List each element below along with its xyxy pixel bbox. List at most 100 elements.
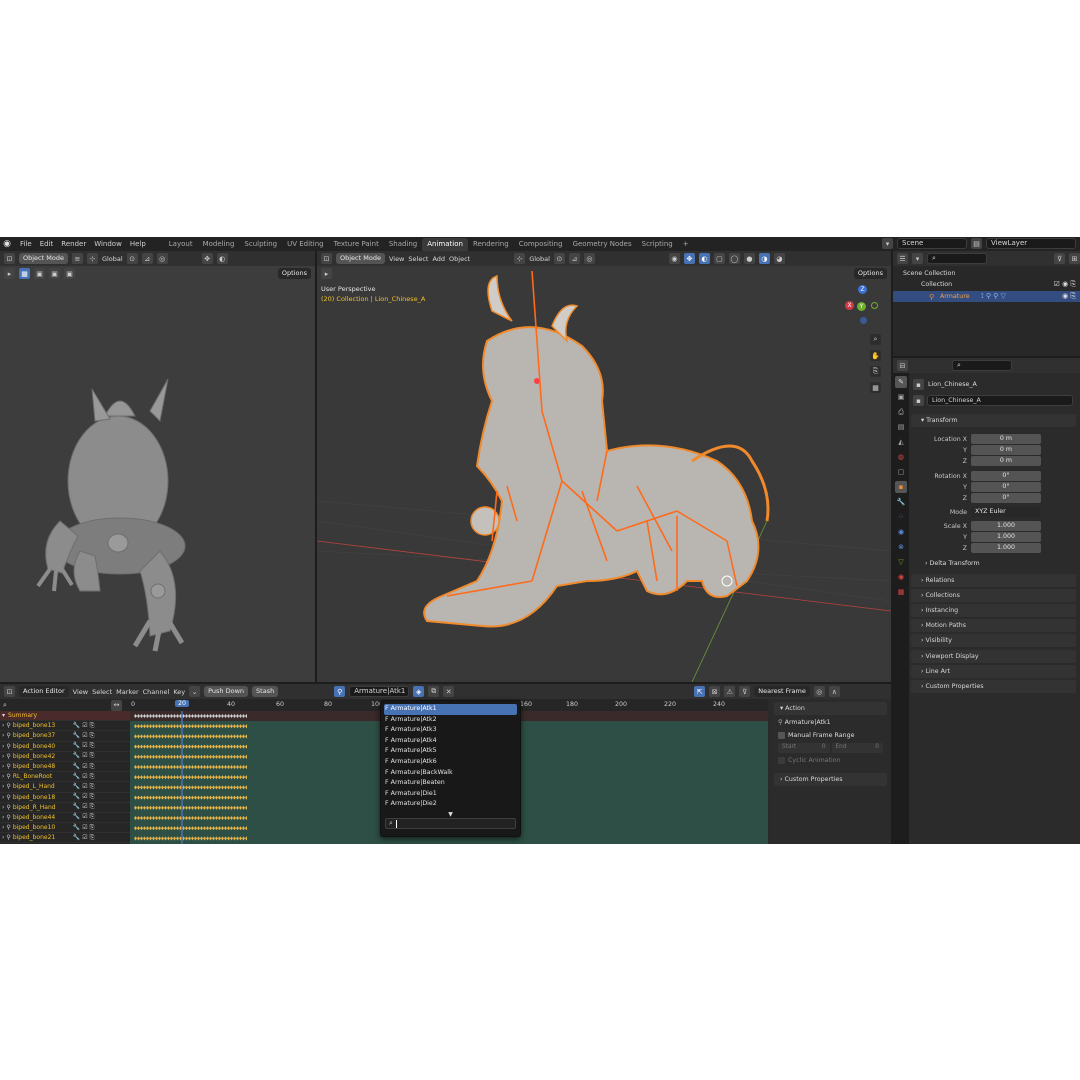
instancing-panel[interactable]: › Instancing (911, 604, 1076, 617)
relations-panel[interactable]: › Relations (911, 574, 1076, 587)
channel-search-icon[interactable]: ⌕ (3, 701, 7, 710)
pan-hand-icon[interactable]: ✋ (870, 350, 881, 361)
outliner-editor-icon[interactable]: ☰ (897, 253, 908, 264)
viewport-display-panel[interactable]: › Viewport Display (911, 650, 1076, 663)
push-down-button[interactable]: Push Down (204, 686, 249, 697)
channel-toggle-icons[interactable]: 🔧☑⎘ (73, 813, 97, 821)
unlink-action-icon[interactable]: ✕ (443, 686, 455, 697)
manual-frame-range-checkbox[interactable] (778, 732, 785, 739)
snap-dropdown[interactable]: Nearest Frame (754, 686, 810, 697)
fake-user-icon[interactable]: ◈ (413, 686, 425, 697)
warning-icon[interactable]: ⚠ (724, 686, 736, 697)
properties-search-input[interactable]: ⌕ (952, 360, 1012, 371)
view-layer-field[interactable]: ViewLayer (986, 238, 1076, 249)
channel-row[interactable]: › ⚲ biped_bone37 🔧☑⎘ (0, 731, 130, 742)
tab-scripting[interactable]: Scripting (637, 238, 678, 251)
channel-row[interactable]: › ⚲ biped_bone48 🔧☑⎘ (0, 762, 130, 773)
modifier-tab-icon[interactable]: 🔧 (895, 496, 907, 508)
action-item-backwalk[interactable]: F Armature|BackWalk (381, 768, 520, 779)
action-custom-properties-panel[interactable]: › Custom Properties (774, 773, 887, 786)
tab-modeling[interactable]: Modeling (198, 238, 240, 251)
delta-transform-subpanel[interactable]: › Delta Transform (925, 560, 980, 567)
action-browse-icon[interactable]: ⚲ (334, 686, 346, 697)
line-art-panel[interactable]: › Line Art (911, 665, 1076, 678)
tab-texture-paint[interactable]: Texture Paint (329, 238, 384, 251)
scroll-down-icon[interactable]: ▼ (381, 811, 520, 818)
action-item-die2[interactable]: F Armature|Die2 (381, 799, 520, 810)
tab-rendering[interactable]: Rendering (468, 238, 514, 251)
channel-row[interactable]: › ⚲ biped_bone10 🔧☑⎘ (0, 823, 130, 834)
channel-toggle-icons[interactable]: 🔧☑⎘ (73, 742, 97, 750)
channel-row[interactable]: › ⚲ biped_bone44 🔧☑⎘ (0, 813, 130, 824)
object-name-field[interactable]: Lion_Chinese_A (927, 395, 1073, 406)
gizmo-neg-y-icon[interactable] (871, 302, 878, 309)
constraints-tab-icon[interactable]: ⊗ (895, 541, 907, 553)
action-item-atk1[interactable]: F Armature|Atk1 (384, 704, 517, 715)
motion-paths-panel[interactable]: › Motion Paths (911, 619, 1076, 632)
interpolation-icon[interactable]: ⌄ (189, 686, 201, 697)
channel-toggle-icons[interactable]: 🔧☑⎘ (73, 793, 97, 801)
menu-select[interactable]: Select (92, 688, 112, 696)
start-frame-field[interactable]: Start 0 (778, 743, 830, 753)
collection-tab-icon[interactable]: ▢ (895, 466, 907, 478)
summary-channel[interactable]: ▾ Summary (0, 711, 130, 722)
gizmo-x-icon[interactable]: X (845, 301, 854, 310)
rotation-x-field[interactable]: 0° (971, 471, 1041, 481)
material-tab-icon[interactable]: ◉ (895, 571, 907, 583)
tab-layout[interactable]: Layout (164, 238, 198, 251)
cyclic-checkbox[interactable] (778, 757, 785, 764)
properties-editor[interactable]: ⊟ ⌕ ✎ ▣ ⎙ ▤ ◭ ◍ ▢ ▪ 🔧 ⁘ ◉ ⊗ ▽ ◉ ▦ ▪ Lion… (893, 358, 1080, 844)
action-item-atk2[interactable]: F Armature|Atk2 (381, 715, 520, 726)
tab-animation[interactable]: Animation (422, 237, 468, 251)
gizmo-y-icon[interactable]: Y (857, 302, 866, 311)
zoom-icon[interactable]: ⌕ (870, 334, 881, 345)
properties-editor-icon[interactable]: ⊟ (897, 360, 908, 371)
proportional-icon[interactable]: ◎ (813, 686, 825, 697)
location-y-field[interactable]: 0 m (971, 445, 1041, 455)
channel-toggle-icons[interactable]: 🔧☑⎘ (73, 752, 97, 760)
menu-file[interactable]: File (16, 240, 36, 248)
world-tab-icon[interactable]: ◍ (895, 451, 907, 463)
add-workspace-icon[interactable]: + (678, 238, 694, 251)
object-tab-icon[interactable]: ▪ (895, 481, 907, 493)
current-frame-indicator[interactable]: 20 (174, 700, 190, 707)
rotation-mode-dropdown[interactable]: XYZ Euler (971, 507, 1041, 517)
channel-toggle-icons[interactable]: 🔧☑⎘ (73, 773, 97, 781)
view-layer-tab-icon[interactable]: ▤ (895, 421, 907, 433)
channel-row[interactable]: › ⚲ biped_bone21 🔧☑⎘ (0, 833, 130, 844)
scale-z-field[interactable]: 1.000 (971, 543, 1041, 553)
menu-view[interactable]: View (73, 688, 88, 696)
filter-icon[interactable]: ⊽ (1054, 253, 1065, 264)
output-tab-icon[interactable]: ⎙ (895, 406, 907, 418)
scale-y-field[interactable]: 1.000 (971, 532, 1041, 542)
tab-shading[interactable]: Shading (384, 238, 422, 251)
ortho-grid-icon[interactable]: ▦ (870, 382, 881, 393)
tab-compositing[interactable]: Compositing (514, 238, 568, 251)
channel-row[interactable]: › ⚲ biped_bone13 🔧☑⎘ (0, 721, 130, 732)
menu-help[interactable]: Help (126, 240, 150, 248)
tab-uv-editing[interactable]: UV Editing (282, 238, 329, 251)
navigation-gizmo[interactable]: Z X Y (841, 285, 885, 329)
collection-visibility-icon[interactable]: ☑ ◉ ⎘ (1054, 280, 1076, 289)
channel-toggle-icons[interactable]: 🔧☑⎘ (73, 824, 97, 832)
armature-row[interactable]: ⚲ Armature ⟟ ⚲ ⚲ ▽ ◉ ⎘ (893, 291, 1080, 302)
end-frame-field[interactable]: End 0 (831, 743, 883, 753)
data-tab-icon[interactable]: ▽ (895, 556, 907, 568)
rotation-y-field[interactable]: 0° (971, 482, 1041, 492)
action-item-die1[interactable]: F Armature|Die1 (381, 789, 520, 800)
channel-toggle-icons[interactable]: 🔧☑⎘ (73, 732, 97, 740)
gizmo-z-icon[interactable]: Z (858, 285, 867, 294)
menu-edit[interactable]: Edit (36, 240, 58, 248)
channel-toggle-icons[interactable]: 🔧☑⎘ (73, 763, 97, 771)
location-z-field[interactable]: 0 m (971, 456, 1041, 466)
action-item-atk4[interactable]: F Armature|Atk4 (381, 736, 520, 747)
scene-tab-icon[interactable]: ◭ (895, 436, 907, 448)
editor-mode-dropdown[interactable]: Action Editor (19, 686, 69, 697)
menu-key[interactable]: Key (173, 688, 185, 696)
location-x-field[interactable]: 0 m (971, 434, 1041, 444)
stash-button[interactable]: Stash (252, 686, 279, 697)
new-collection-icon[interactable]: ⊞ (1069, 253, 1080, 264)
left-viewport[interactable]: ⊡ Object Mode ≡ ⊹ Global ⊙ ⊿ ◎ ✥ ◐ ▸ ▦ ▣… (0, 251, 315, 682)
only-selected-icon[interactable]: ⇱ (694, 686, 706, 697)
display-mode-icon[interactable]: ▾ (912, 253, 923, 264)
